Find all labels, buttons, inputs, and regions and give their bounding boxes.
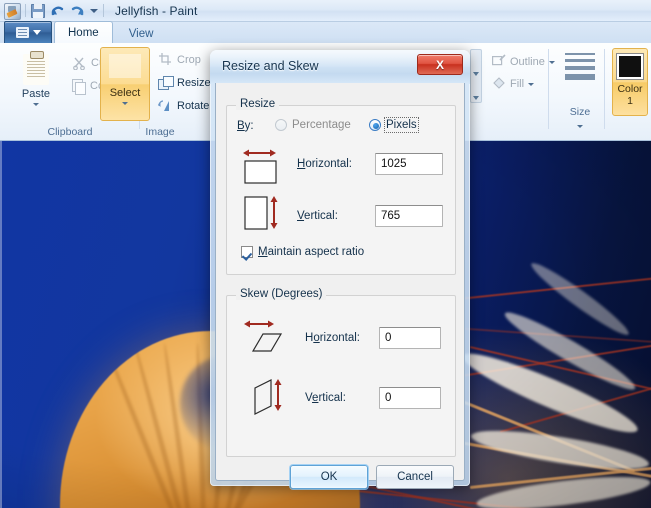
- close-icon: X: [435, 57, 444, 72]
- customize-qat-caret-icon[interactable]: [90, 8, 98, 13]
- dialog-body: Resize By: Percentage Pixels Horizontal:…: [215, 83, 465, 489]
- horizontal-skew-icon: [241, 316, 289, 358]
- cancel-label: Cancel: [397, 471, 433, 483]
- vertical-resize-input[interactable]: 765: [375, 205, 443, 227]
- horizontal-skew-label-b: rizontal:: [319, 332, 360, 344]
- window-title: Jellyfish - Paint: [115, 3, 198, 18]
- horizontal-resize-icon: [241, 144, 285, 184]
- skew-section: Skew (Degrees) Horizontal: 0 Vertical: 0: [226, 288, 456, 457]
- dialog-title: Resize and Skew: [222, 59, 319, 73]
- title-divider: [103, 4, 104, 17]
- vertical-skew-label-a: V: [305, 392, 313, 404]
- chevron-down-icon: [32, 30, 41, 35]
- file-menu-button[interactable]: [4, 21, 52, 43]
- ribbon-tab-strip: Home View: [0, 21, 651, 43]
- redo-icon[interactable]: [70, 4, 85, 18]
- horizontal-skew-input[interactable]: 0: [379, 327, 441, 349]
- tab-home-label: Home: [68, 26, 99, 39]
- vertical-resize-label-rest: ertical:: [304, 210, 338, 222]
- tab-home[interactable]: Home: [54, 21, 113, 43]
- horizontal-skew-label: Horizontal:: [305, 332, 360, 344]
- maintain-aspect-ratio-label-rest: aintain aspect ratio: [267, 246, 365, 258]
- resize-by-label-rest: y:: [244, 120, 254, 132]
- ok-button[interactable]: OK: [290, 465, 368, 489]
- tab-view[interactable]: View: [115, 23, 168, 43]
- file-menu-icon: [15, 27, 29, 38]
- ok-label: OK: [320, 471, 338, 483]
- canvas-left-edge: [0, 141, 2, 508]
- radio-pixels-control[interactable]: [369, 119, 381, 131]
- vertical-resize-label: Vertical:: [297, 210, 338, 222]
- maintain-aspect-ratio-label: Maintain aspect ratio: [258, 246, 365, 258]
- paint-window: Jellyfish - Paint Home View Paste Clipbo…: [0, 0, 651, 508]
- vertical-skew-label: Vertical:: [305, 392, 346, 404]
- vertical-skew-icon: [241, 374, 289, 420]
- close-button[interactable]: X: [417, 54, 463, 75]
- radio-percentage-control[interactable]: [275, 119, 287, 131]
- qat-divider: [25, 4, 26, 17]
- resize-and-skew-dialog: Resize and Skew X Resize By: Percentage …: [210, 50, 470, 489]
- radio-percentage[interactable]: Percentage: [275, 119, 351, 131]
- color-1-button[interactable]: Color 1: [612, 48, 648, 116]
- vertical-skew-label-b: rtical:: [318, 392, 346, 404]
- tab-view-label: View: [128, 27, 154, 40]
- paint-logo-icon: [4, 2, 21, 20]
- resize-section: Resize By: Percentage Pixels Horizontal:…: [226, 98, 456, 275]
- radio-pixels-label: Pixels: [384, 117, 419, 133]
- maintain-aspect-ratio-checkbox[interactable]: Maintain aspect ratio: [241, 246, 364, 258]
- save-icon[interactable]: [31, 3, 45, 18]
- radio-pixels[interactable]: Pixels: [369, 117, 419, 133]
- color-1-label: Color: [617, 83, 643, 95]
- resize-by-label: By:: [237, 120, 254, 132]
- title-bar: Jellyfish - Paint: [0, 0, 651, 22]
- radio-percentage-label: Percentage: [292, 119, 351, 131]
- color-1-swatch[interactable]: [616, 53, 644, 80]
- horizontal-resize-label: Horizontal:: [297, 158, 352, 170]
- horizontal-resize-label-rest: orizontal:: [305, 158, 352, 170]
- resize-legend: Resize: [236, 98, 280, 110]
- color-1-index: 1: [627, 95, 633, 107]
- horizontal-resize-input[interactable]: 1025: [375, 153, 443, 175]
- checkbox-control[interactable]: [241, 246, 253, 258]
- undo-icon[interactable]: [50, 4, 65, 18]
- vertical-skew-input[interactable]: 0: [379, 387, 441, 409]
- skew-legend: Skew (Degrees): [236, 288, 327, 300]
- vertical-resize-icon: [241, 194, 285, 236]
- cancel-button[interactable]: Cancel: [376, 465, 454, 489]
